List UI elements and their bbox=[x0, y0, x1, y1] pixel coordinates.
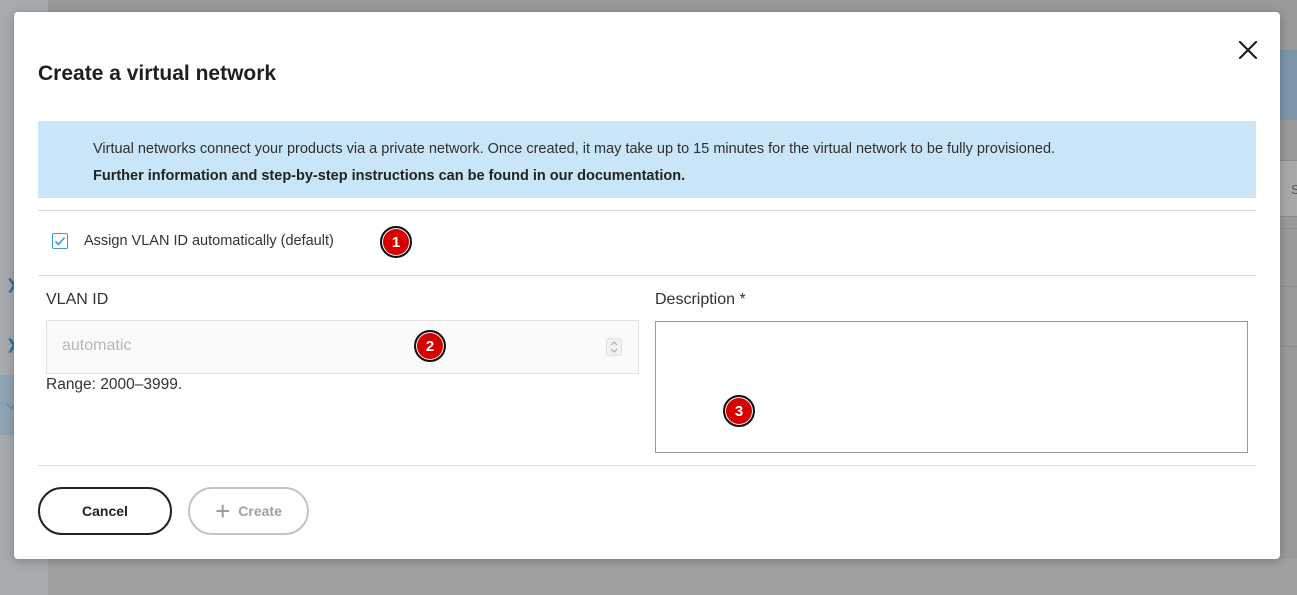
stepper-arrows-icon bbox=[610, 341, 618, 353]
plus-icon: + bbox=[215, 496, 231, 526]
vlan-id-label: VLAN ID bbox=[46, 291, 109, 308]
vlan-id-placeholder: automatic bbox=[62, 337, 132, 354]
create-virtual-network-dialog: Create a virtual network Virtual network… bbox=[14, 12, 1280, 559]
divider bbox=[38, 210, 1256, 211]
description-label: Description * bbox=[655, 291, 746, 308]
auto-vlan-checkbox[interactable] bbox=[52, 233, 68, 249]
annotation-marker-3: 3 bbox=[723, 395, 755, 427]
create-button-label: Create bbox=[238, 503, 282, 519]
cancel-button[interactable]: Cancel bbox=[38, 487, 172, 535]
background-partial-text: S bbox=[1291, 182, 1297, 197]
info-documentation-text: Further information and step-by-step ins… bbox=[93, 168, 686, 184]
close-icon bbox=[1238, 40, 1258, 60]
auto-vlan-option[interactable]: Assign VLAN ID automatically (default) bbox=[52, 233, 334, 249]
create-button[interactable]: + Create bbox=[188, 487, 309, 535]
checkmark-icon bbox=[54, 236, 66, 246]
description-textarea[interactable] bbox=[655, 321, 1248, 453]
divider bbox=[38, 465, 1256, 466]
background-divider bbox=[1280, 346, 1297, 347]
cancel-button-label: Cancel bbox=[82, 503, 128, 519]
vlan-id-input[interactable]: automatic bbox=[46, 320, 639, 374]
close-button[interactable] bbox=[1236, 38, 1260, 62]
dialog-title: Create a virtual network bbox=[38, 62, 277, 85]
auto-vlan-label: Assign VLAN ID automatically (default) bbox=[84, 233, 334, 249]
vlan-range-hint: Range: 2000–3999. bbox=[46, 376, 183, 393]
background-header-block bbox=[1280, 50, 1297, 120]
info-text: Virtual networks connect your products v… bbox=[93, 141, 1056, 157]
background-divider bbox=[1280, 228, 1297, 229]
background-divider bbox=[1280, 286, 1297, 287]
info-banner: Virtual networks connect your products v… bbox=[38, 121, 1256, 198]
background-footer bbox=[48, 559, 1297, 595]
vlan-id-stepper[interactable] bbox=[606, 338, 622, 356]
annotation-marker-2: 2 bbox=[414, 330, 446, 362]
divider bbox=[38, 275, 1256, 276]
annotation-marker-1: 1 bbox=[380, 226, 412, 258]
